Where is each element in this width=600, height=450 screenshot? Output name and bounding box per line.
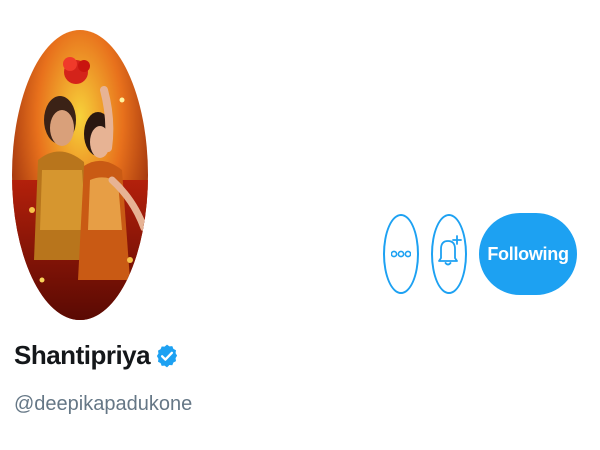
handle[interactable]: @deepikapadukone — [14, 393, 192, 416]
more-dots-icon — [390, 245, 412, 263]
display-name: Shantipriya — [14, 340, 151, 370]
following-label: Following — [487, 243, 569, 264]
following-button[interactable]: Following — [479, 213, 577, 295]
notifications-button[interactable] — [431, 214, 467, 294]
display-name-row: Shantipriya — [14, 340, 180, 371]
profile-header: Shantipriya @deepikapadukone Following — [0, 0, 600, 450]
bell-plus-icon — [436, 234, 462, 275]
avatar[interactable] — [12, 30, 148, 320]
more-button[interactable] — [383, 214, 419, 294]
verified-badge-icon — [154, 343, 180, 369]
profile-actions: Following — [383, 213, 577, 295]
avatar-image — [12, 30, 148, 320]
